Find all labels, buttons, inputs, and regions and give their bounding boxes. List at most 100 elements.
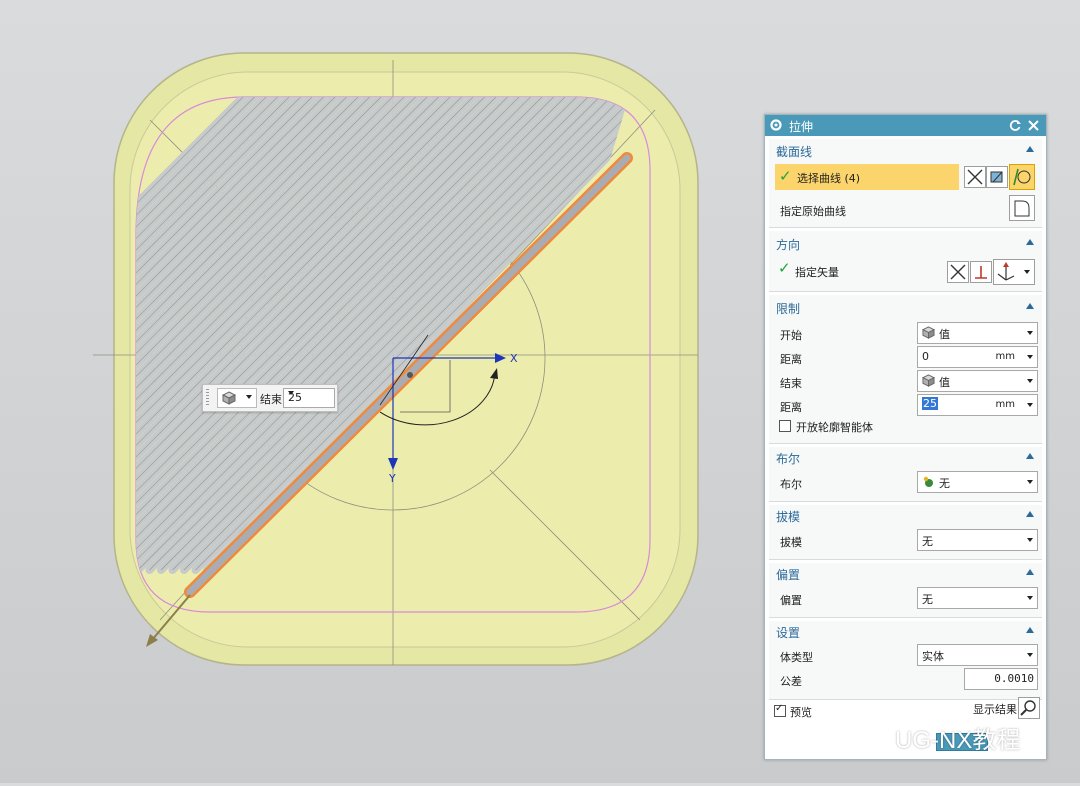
specify-vector-label: 指定矢量 xyxy=(795,266,839,279)
boolean-value: 无 xyxy=(939,477,950,490)
check-icon: ✓ xyxy=(775,703,784,714)
distance-start-label: 距离 xyxy=(780,353,802,366)
body-type-value: 实体 xyxy=(922,650,944,663)
draft-value: 无 xyxy=(922,535,933,548)
curve-select-button[interactable] xyxy=(1009,164,1035,190)
boolean-select[interactable]: 无 xyxy=(917,471,1038,493)
curve-rule-button[interactable] xyxy=(964,166,986,188)
open-profile-checkbox[interactable] xyxy=(779,420,791,432)
offset-value: 无 xyxy=(922,593,933,606)
specify-origin-curve-label: 指定原始曲线 xyxy=(780,205,846,218)
collapse-icon[interactable] xyxy=(1026,239,1034,245)
settings-group: 设置 体类型 实体 公差 0.0010 xyxy=(769,621,1042,700)
chevron-down-icon xyxy=(1027,379,1033,383)
preview-checkbox[interactable]: ✓ xyxy=(774,703,786,717)
offset-label: 偏置 xyxy=(780,594,802,607)
boolean-none-icon xyxy=(923,476,933,487)
show-result-button[interactable] xyxy=(1018,697,1040,719)
open-profile-label: 开放轮廓智能体 xyxy=(796,421,873,434)
offset-header[interactable]: 偏置 xyxy=(776,566,800,583)
draft-label: 拔模 xyxy=(780,536,802,549)
dialog-title: 拉伸 xyxy=(789,120,814,134)
x-axis-label: X xyxy=(510,352,518,365)
value-cube-icon xyxy=(922,374,935,387)
boolean-header[interactable]: 布尔 xyxy=(776,450,800,467)
chevron-down-icon xyxy=(1027,653,1033,657)
collapse-icon[interactable] xyxy=(1026,453,1034,459)
origin-curve-icon xyxy=(1014,200,1030,217)
chevron-down-icon xyxy=(1027,480,1033,484)
offset-select[interactable]: 无 xyxy=(917,587,1038,609)
collapse-icon[interactable] xyxy=(1026,303,1034,309)
vector-icon xyxy=(975,266,987,279)
end-label: 结束 xyxy=(260,393,282,406)
vector-type-dropdown[interactable] xyxy=(993,259,1035,285)
distance-end-value: 25 xyxy=(922,397,938,410)
distance-end-label: 距离 xyxy=(780,401,802,414)
extrude-dialog: 拉伸 截面线 ✓ 选择曲线 (4) 指定原始曲线 方向 ✓ 指定矢量 限制 开始… xyxy=(764,114,1047,760)
chevron-down-icon xyxy=(288,391,294,395)
check-icon: ✓ xyxy=(778,259,791,277)
draft-select[interactable]: 无 xyxy=(917,529,1038,551)
distance-start-value: 0 xyxy=(922,350,929,363)
collapse-icon[interactable] xyxy=(1026,146,1034,152)
tolerance-field[interactable]: 0.0010 xyxy=(964,668,1038,690)
collapse-icon[interactable] xyxy=(1026,511,1034,517)
watermark-text: UG-NX教程 xyxy=(895,727,1021,754)
collapse-icon[interactable] xyxy=(1026,627,1034,633)
section-curve-header[interactable]: 截面线 xyxy=(776,143,812,160)
end-type-select[interactable]: 值 xyxy=(917,370,1038,392)
limits-group: 限制 开始 值 距离 0 mm 结束 值 距离 25 mm 开放轮廓智能体 xyxy=(769,295,1042,444)
chevron-down-icon xyxy=(1027,403,1033,407)
close-icon[interactable] xyxy=(1027,119,1040,132)
start-type-value: 值 xyxy=(939,328,950,341)
end-label: 结束 xyxy=(780,377,802,390)
collapse-icon[interactable] xyxy=(1026,569,1034,575)
magnifier-icon xyxy=(1020,700,1036,716)
vector-dialog-button[interactable] xyxy=(970,261,992,283)
reset-icon[interactable] xyxy=(1009,119,1022,132)
settings-header[interactable]: 设置 xyxy=(776,624,800,641)
dialog-titlebar[interactable]: 拉伸 xyxy=(765,115,1046,136)
show-result-label: 显示结果 xyxy=(973,703,1017,716)
origin-curve-button[interactable] xyxy=(1009,195,1035,221)
end-type-value: 值 xyxy=(939,376,950,389)
value-cube-icon xyxy=(222,391,236,405)
distance-start-field[interactable]: 0 mm xyxy=(917,346,1038,368)
gear-icon xyxy=(770,119,782,131)
wechat-logo-icon xyxy=(846,722,885,751)
chevron-down-icon xyxy=(1027,355,1033,359)
cross-curve-icon xyxy=(950,264,966,280)
end-value-field[interactable]: 25 xyxy=(283,388,335,408)
distance-end-field[interactable]: 25 mm xyxy=(917,394,1038,416)
end-type-dropdown[interactable] xyxy=(217,388,257,408)
reverse-direction-button[interactable] xyxy=(947,261,969,283)
watermark: UG-NX教程 xyxy=(845,718,1055,758)
chevron-down-icon xyxy=(1024,270,1030,274)
select-curve-label: 选择曲线 (4) xyxy=(797,172,861,185)
draft-header[interactable]: 拔模 xyxy=(776,508,800,525)
start-type-select[interactable]: 值 xyxy=(917,322,1038,344)
curve-icon xyxy=(1013,168,1031,186)
body-type-select[interactable]: 实体 xyxy=(917,644,1038,666)
sketch-icon xyxy=(990,171,1003,183)
value-cube-icon xyxy=(922,326,935,339)
axis-triad-icon xyxy=(997,262,1015,281)
mini-toolbar: 结束 25 xyxy=(202,384,338,412)
draft-group: 拔模 拔模 无 xyxy=(769,505,1042,560)
sketch-button[interactable] xyxy=(986,166,1008,188)
chevron-down-icon xyxy=(1027,538,1033,542)
chevron-down-icon xyxy=(246,395,252,399)
unit-label: mm xyxy=(995,351,1015,362)
offset-group: 偏置 偏置 无 xyxy=(769,563,1042,618)
cross-curve-icon xyxy=(967,169,983,185)
limits-header[interactable]: 限制 xyxy=(776,300,800,317)
select-curve-row[interactable]: ✓ 选择曲线 (4) xyxy=(775,164,959,190)
chevron-down-icon xyxy=(1027,596,1033,600)
y-axis-label: Y xyxy=(388,472,396,485)
unit-label: mm xyxy=(995,399,1015,410)
preview-label: 预览 xyxy=(790,706,812,719)
direction-header[interactable]: 方向 xyxy=(776,236,800,253)
drag-handle[interactable] xyxy=(206,389,209,407)
start-label: 开始 xyxy=(780,329,802,342)
